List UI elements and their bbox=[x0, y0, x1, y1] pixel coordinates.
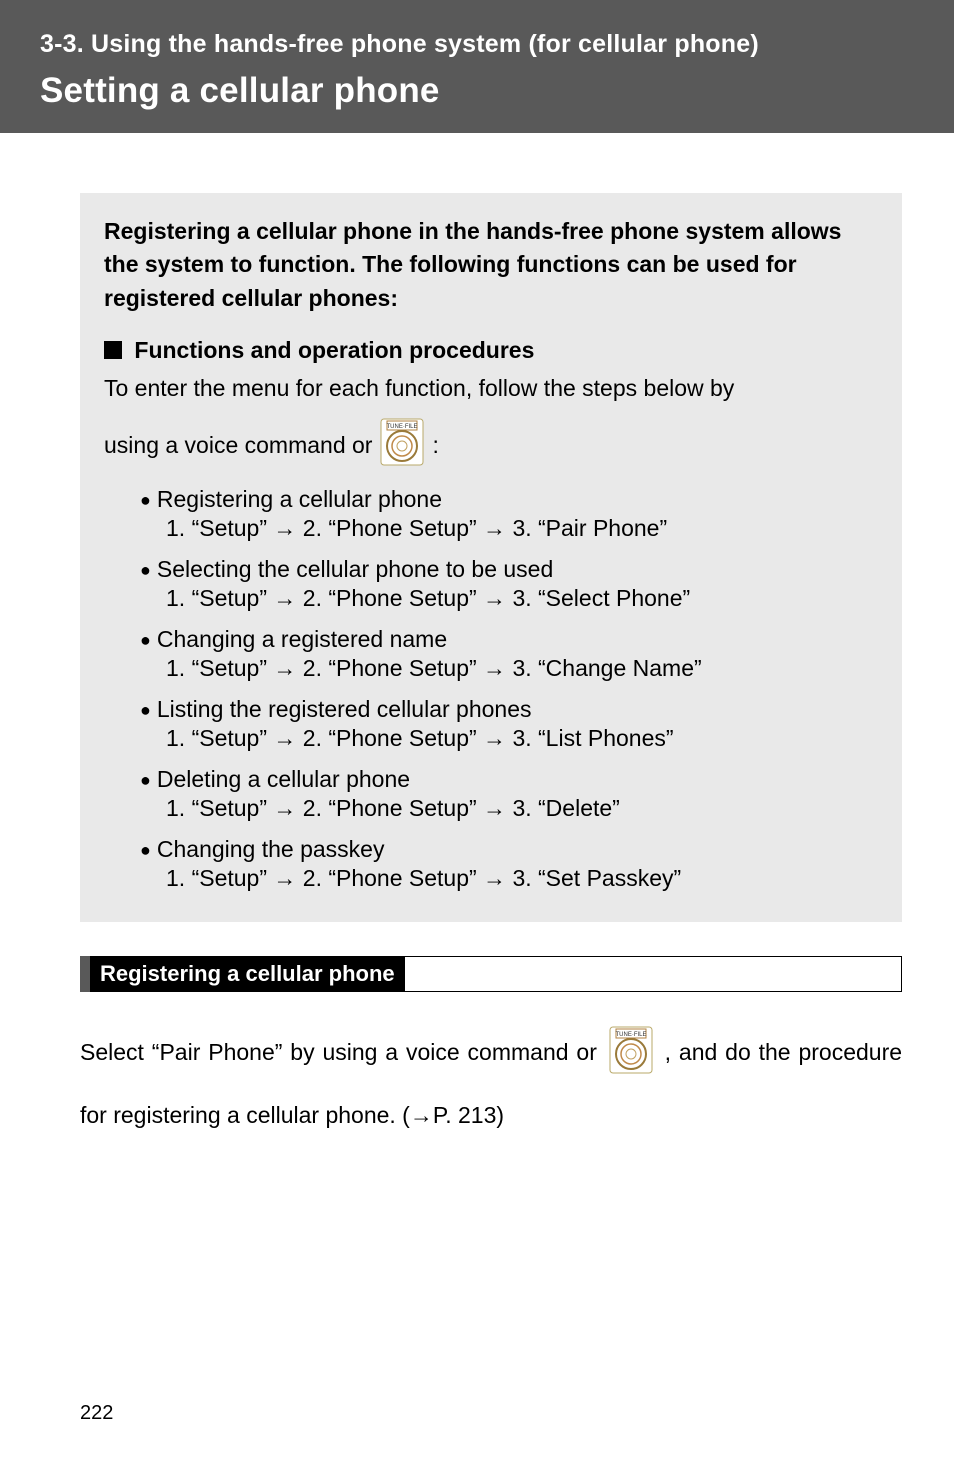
lead-text: To enter the menu for each function, fol… bbox=[104, 372, 878, 404]
item-title: Deleting a cellular phone bbox=[157, 766, 410, 792]
tune-knob-icon: TUNE·FILE bbox=[609, 1026, 653, 1090]
intro-text: Registering a cellular phone in the hand… bbox=[104, 215, 878, 315]
item-steps: 1. “Setup” → 2. “Phone Setup” → 3. “Chan… bbox=[140, 655, 878, 682]
round-bullet-icon: ● bbox=[140, 840, 151, 860]
list-item: ● Changing a registered name 1. “Setup” → … bbox=[140, 626, 878, 682]
item-title: Listing the registered cellular phones bbox=[157, 696, 532, 722]
page-number: 222 bbox=[80, 1402, 113, 1425]
round-bullet-icon: ● bbox=[140, 630, 151, 650]
body-part1: Select “Pair Phone” by using a voice com… bbox=[80, 1039, 597, 1065]
item-steps: 1. “Setup” → 2. “Phone Setup” → 3. “Sele… bbox=[140, 585, 878, 612]
functions-subhead-text: Functions and operation procedures bbox=[134, 337, 534, 363]
item-steps: 1. “Setup” → 2. “Phone Setup” → 3. “List… bbox=[140, 725, 878, 752]
list-item: ● Registering a cellular phone 1. “Setup” … bbox=[140, 486, 878, 542]
list-item: ● Listing the registered cellular phones 1… bbox=[140, 696, 878, 752]
functions-subhead: Functions and operation procedures bbox=[104, 337, 878, 364]
section-bar-rule bbox=[405, 956, 902, 992]
function-list: ● Registering a cellular phone 1. “Setup” … bbox=[104, 486, 878, 892]
svg-text:TUNE·FILE: TUNE·FILE bbox=[387, 424, 418, 430]
overview-box: Registering a cellular phone in the hand… bbox=[80, 193, 902, 922]
voice-suffix: : bbox=[432, 432, 438, 459]
item-title: Changing a registered name bbox=[157, 626, 447, 652]
section-banner: 3-3. Using the hands-free phone system (… bbox=[0, 0, 954, 133]
round-bullet-icon: ● bbox=[140, 770, 151, 790]
item-steps: 1. “Setup” → 2. “Phone Setup” → 3. “Set … bbox=[140, 865, 878, 892]
item-steps: 1. “Setup” → 2. “Phone Setup” → 3. “Dele… bbox=[140, 795, 878, 822]
item-title: Selecting the cellular phone to be used bbox=[157, 556, 553, 582]
section-header-bar: Registering a cellular phone bbox=[80, 956, 902, 992]
tune-knob-icon: TUNE·FILE bbox=[380, 418, 424, 472]
banner-subtitle: 3-3. Using the hands-free phone system (… bbox=[40, 30, 914, 59]
section-bar-label-wrap: Registering a cellular phone bbox=[90, 956, 405, 992]
voice-prefix: using a voice command or bbox=[104, 432, 372, 459]
body-paragraph: Select “Pair Phone” by using a voice com… bbox=[80, 1026, 902, 1139]
item-steps: 1. “Setup” → 2. “Phone Setup” → 3. “Pair… bbox=[140, 515, 878, 542]
round-bullet-icon: ● bbox=[140, 700, 151, 720]
list-item: ● Changing the passkey 1. “Setup” → 2. “Ph… bbox=[140, 836, 878, 892]
round-bullet-icon: ● bbox=[140, 490, 151, 510]
round-bullet-icon: ● bbox=[140, 560, 151, 580]
list-item: ● Deleting a cellular phone 1. “Setup” → 2… bbox=[140, 766, 878, 822]
square-bullet-icon bbox=[104, 341, 122, 359]
list-item: ● Selecting the cellular phone to be used… bbox=[140, 556, 878, 612]
item-title: Registering a cellular phone bbox=[157, 486, 442, 512]
banner-title: Setting a cellular phone bbox=[40, 71, 914, 111]
section-bar-accent bbox=[80, 956, 90, 992]
voice-command-row: using a voice command or TUNE·FILE : bbox=[104, 418, 878, 472]
section-bar-label: Registering a cellular phone bbox=[100, 961, 395, 987]
svg-text:TUNE·FILE: TUNE·FILE bbox=[615, 1032, 646, 1038]
item-title: Changing the passkey bbox=[157, 836, 385, 862]
